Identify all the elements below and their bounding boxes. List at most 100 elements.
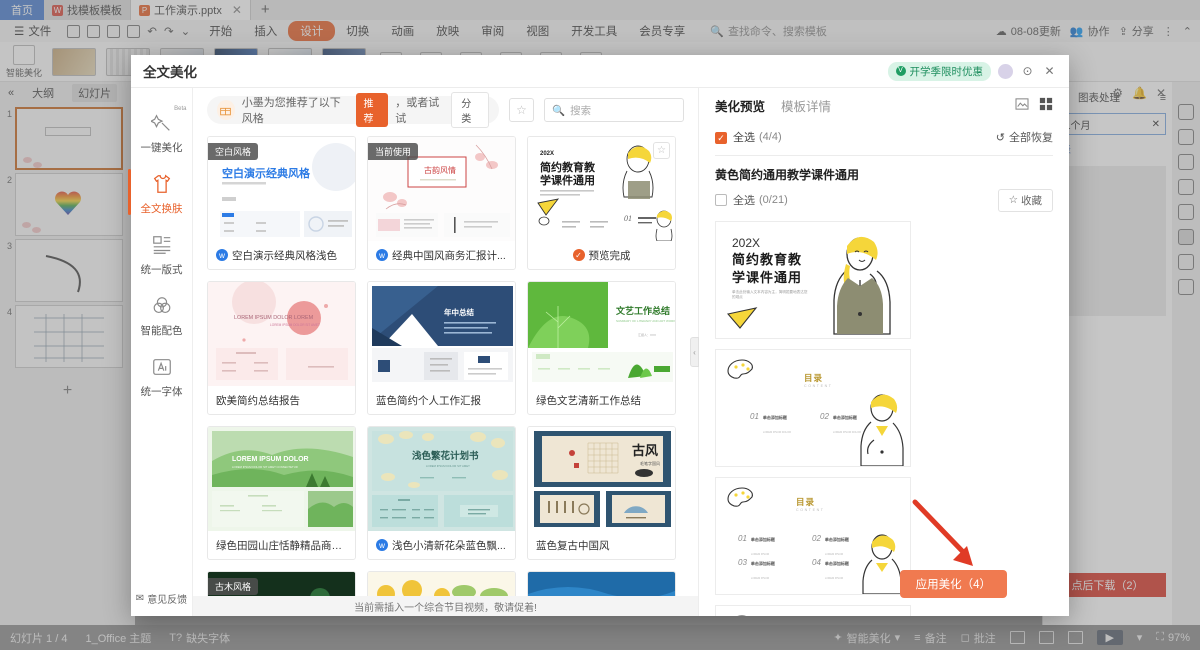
sidebar-item-one-click-beautify[interactable]: Beta 一键美化 <box>134 102 190 160</box>
shirt-icon <box>150 172 174 196</box>
sidebar-label: 全文换肤 <box>140 203 183 215</box>
favorite-star-icon[interactable]: ☆ <box>653 142 670 159</box>
minimize-icon[interactable]: ⊙ <box>1020 64 1035 79</box>
bottom-tip: 当前需插入一个综合节目视频，敬请促着! <box>193 596 698 616</box>
restore-all-button[interactable]: ↺ 全部恢复 <box>996 129 1053 145</box>
template-card[interactable]: LOREM IPSUM DOLOR LOREM IPSUM DOLOR SIT … <box>207 426 356 560</box>
template-label: 蓝色复古中国风 <box>528 531 675 559</box>
apply-beautify-button[interactable]: 应用美化（4） <box>899 570 1007 598</box>
preview-slide[interactable]: 目录 CONTENT 01 单击添加标题 LOREM IPSUM DOLOR 02… <box>715 349 911 467</box>
tab-template-details[interactable]: 模板详情 <box>781 96 831 115</box>
slide-title-2: 学课件通用 <box>732 270 803 285</box>
single-view-icon[interactable] <box>1015 97 1029 113</box>
template-search-input[interactable]: 🔍 搜索 <box>544 98 684 122</box>
svg-text:01: 01 <box>624 214 632 223</box>
template-label: w 浅色小清新花朵蓝色飘... <box>368 531 515 559</box>
toc-number: 02 <box>812 534 821 543</box>
preview-slide[interactable]: 目录 CONTENT 01 单击添加标题LOREM IPSUM 02 单击添加标… <box>715 477 911 595</box>
template-thumbnail: LOREM IPSUM DOLOR LOREM LOREM IPSUM DOLO… <box>208 282 355 386</box>
toc-subtitle: CONTENT <box>804 384 833 388</box>
preview-slide[interactable]: 202X 简约教育教 学课件通用 单击此处输入文本内容为主，简明扼要地表达您的观… <box>715 221 911 339</box>
template-card[interactable]: LOREM IPSUM DOLOR LOREM LOREM IPSUM DOLO… <box>207 281 356 415</box>
promo-label: 开学季限时优惠 <box>909 65 984 78</box>
teacher-illustration <box>833 236 891 335</box>
sidebar-item-full-reskin[interactable]: 全文换肤 <box>127 163 190 221</box>
svg-text:古韵风情: 古韵风情 <box>424 165 456 175</box>
svg-text:浅色繁花计划书: 浅色繁花计划书 <box>412 450 479 462</box>
avatar-icon[interactable] <box>998 63 1013 79</box>
svg-text:SUMMARY OF LITERARY AND ART WO: SUMMARY OF LITERARY AND ART WORK <box>616 319 675 323</box>
favorite-button[interactable]: ☆ 收藏 <box>997 188 1053 212</box>
svg-text:LOREM IPSUM DOLOR LOREM: LOREM IPSUM DOLOR LOREM <box>234 315 314 321</box>
collapse-panel-icon[interactable]: ‹ <box>690 337 699 367</box>
close-icon[interactable]: ✕ <box>1042 64 1057 79</box>
svg-text:LOREM IPSUM DOLOR SIT AMET: LOREM IPSUM DOLOR SIT AMET <box>270 323 320 327</box>
template-card[interactable]: 古风 毛笔字国风 蓝色复古中国风 <box>527 426 676 560</box>
pointer-arrow-annotation <box>912 499 973 566</box>
svg-text:空白演示经典风格: 空白演示经典风格 <box>222 166 311 180</box>
sidebar-item-smart-color[interactable]: 智能配色 <box>134 285 190 343</box>
layout-icon <box>150 233 174 257</box>
svg-text:年中总结: 年中总结 <box>444 307 474 317</box>
search-placeholder: 搜索 <box>570 104 592 117</box>
tab-beautify-preview[interactable]: 美化预览 <box>715 96 765 115</box>
toc-title: 目录 <box>804 373 824 383</box>
dialog-sidebar: Beta 一键美化 全文换肤 统一版式 智能配色 统一字体 ✉ 意见反馈 <box>127 88 193 616</box>
beta-badge: Beta <box>174 106 187 112</box>
select-all-checkbox[interactable]: ✓ <box>715 130 733 144</box>
grid-view-icon[interactable] <box>1039 97 1053 114</box>
sub-select-label: 全选 <box>733 195 755 207</box>
template-thumbnail: 年中总结 <box>368 282 515 386</box>
template-name: 欧美简约总结报告 <box>216 394 300 407</box>
template-name: 绿色文艺清新工作总结 <box>536 394 641 407</box>
template-name: 蓝色复古中国风 <box>536 539 610 552</box>
triangle-ruler-icon <box>726 307 758 329</box>
favorite-label: 收藏 <box>1021 194 1042 207</box>
template-card[interactable]: 年中总结 蓝色简约个人工作汇报 <box>367 281 516 415</box>
slide-desc: 单击此处输入文本内容为主，简明扼要地表达您的观点 <box>732 290 808 300</box>
svg-text:文艺工作总结: 文艺工作总结 <box>615 305 670 316</box>
template-thumbnail: 当前使用 古韵风情 <box>368 137 515 241</box>
checkbox-checked-icon: ✓ <box>715 132 727 144</box>
sidebar-item-unify-font[interactable]: 统一字体 <box>134 346 190 404</box>
template-card[interactable]: 文艺工作总结 SUMMARY OF LITERARY AND ART WORK … <box>527 281 676 415</box>
toc-item: 01 单击添加标题 LOREM IPSUM DOLOR <box>750 412 792 434</box>
template-thumbnail: 空白风格 空白演示经典风格 <box>208 137 355 241</box>
toc-number: 03 <box>738 558 747 567</box>
sub-select-checkbox[interactable] <box>715 193 733 207</box>
sidebar-label: 统一版式 <box>140 264 183 276</box>
chip-recommend[interactable]: 推荐 <box>356 93 389 127</box>
select-all-count: (4/4) <box>759 131 782 143</box>
template-card[interactable]: 当前使用 古韵风情 w 经典中国风商务汇报计... <box>367 136 516 270</box>
template-badge: 古木风格 <box>208 578 259 595</box>
template-label: w 经典中国风商务汇报计... <box>368 241 515 269</box>
promo-badge[interactable]: V 开学季限时优惠 <box>887 61 991 81</box>
student-illustration <box>862 534 902 594</box>
dialog-title: 全文美化 <box>143 65 197 80</box>
feedback-label: 意见反馈 <box>147 595 188 606</box>
template-label: 绿色田园山庄恬静精品商务... <box>208 531 355 559</box>
palette-icon <box>727 487 753 507</box>
template-card[interactable]: ☆ 202X 简约教育教 学课件通用 01 ✓ 预览完成 <box>527 136 676 270</box>
restore-all-label: 全部恢复 <box>1009 132 1053 144</box>
gift-box-icon <box>217 100 235 120</box>
preview-slide[interactable]: 目录 CONTENT 01 单击添加标题LOREM IPSUM 02 单击添加标… <box>715 605 911 616</box>
feedback-button[interactable]: ✉ 意见反馈 <box>136 591 187 606</box>
toc-number: 01 <box>750 412 759 421</box>
favorites-filter-button[interactable]: ☆ <box>509 98 534 122</box>
recommendation-banner: 小墨为您推荐了以下风格 推荐 ，或者试试 分类 <box>207 92 499 128</box>
toc-text: 单击添加标题 <box>824 561 849 566</box>
template-card[interactable]: 空白风格 空白演示经典风格 w 空白演示经典风格浅色 <box>207 136 356 270</box>
dialog-header: 全文美化 V 开学季限时优惠 ⊙ ✕ <box>131 55 1069 87</box>
palette-icon <box>727 359 753 379</box>
template-card[interactable]: 浅色繁花计划书 LOREM IPSUM DOLOR SIT AMET w 浅色小… <box>367 426 516 560</box>
toc-text: 单击添加标题 <box>824 537 849 542</box>
beautify-dialog: 全文美化 V 开学季限时优惠 ⊙ ✕ Beta 一键美化 全文换肤 统一版式 智… <box>127 55 1069 616</box>
template-label: 蓝色简约个人工作汇报 <box>368 386 515 414</box>
toc-number: 01 <box>738 534 747 543</box>
check-orange-icon: ✓ <box>572 249 585 261</box>
magic-wand-icon <box>150 111 174 135</box>
sidebar-item-unify-layout[interactable]: 统一版式 <box>134 224 190 282</box>
chip-category[interactable]: 分类 <box>451 92 489 128</box>
template-name: 绿色田园山庄恬静精品商务... <box>216 539 347 552</box>
